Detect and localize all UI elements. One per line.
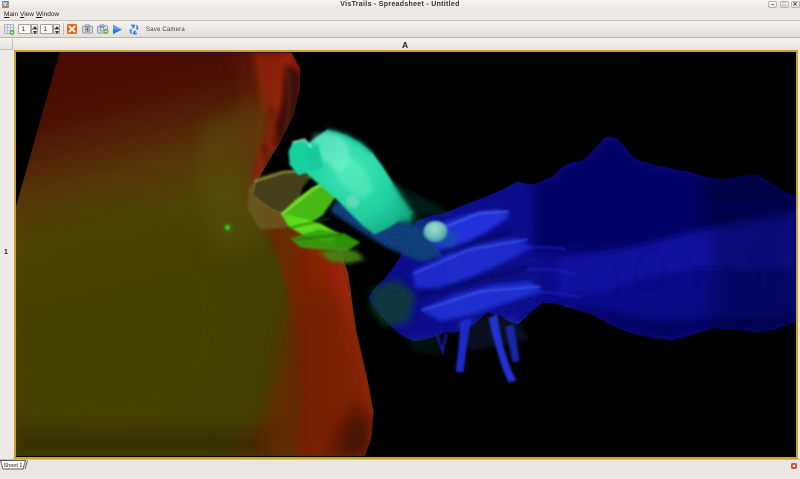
svg-text:Sheet 1: Sheet 1 <box>4 463 23 469</box>
